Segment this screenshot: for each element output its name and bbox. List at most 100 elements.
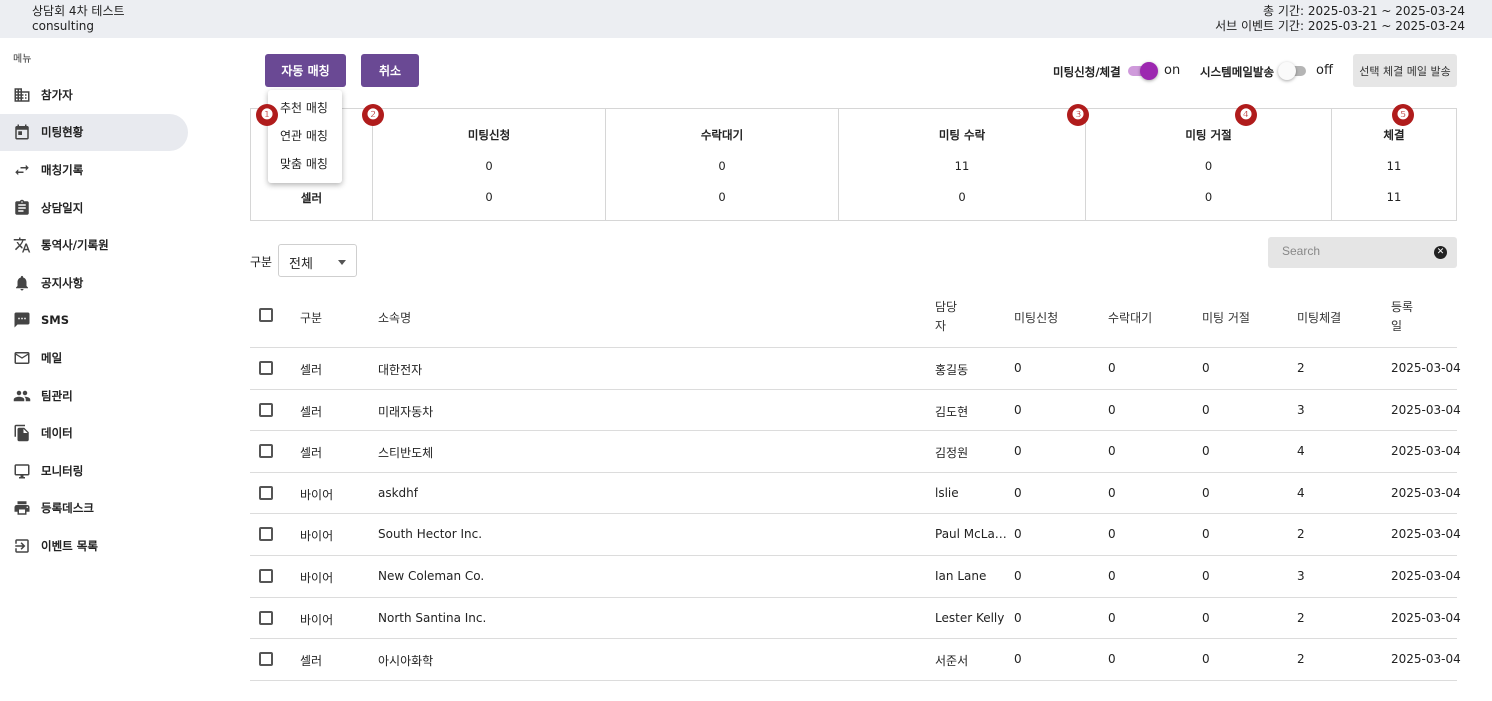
sidebar-item-event-list[interactable]: 이벤트 목록 [0,527,188,565]
row-checkbox[interactable] [259,652,273,667]
send-confirm-mail-button[interactable]: 선택 체결 메일 발송 [1353,54,1457,87]
row-checkbox[interactable] [259,361,273,375]
row-requests: 0 [1014,402,1022,417]
row-pending: 0 [1108,485,1116,500]
column-header-requests[interactable]: 미팅신청 [1014,309,1058,326]
summary-row-label: 셀러 [300,191,323,205]
category-select[interactable]: 전체 [278,244,357,277]
row-checkbox[interactable] [259,569,273,583]
sidebar-item-team[interactable]: 팀관리 [0,377,188,415]
sidebar-item-data[interactable]: 데이터 [0,414,188,452]
row-requests: 0 [1014,361,1022,375]
auto-match-button[interactable]: 자동 매칭 [265,54,346,87]
row-company: 대한전자 [378,363,423,377]
sidebar-item-label: 등록데스크 [41,501,94,516]
table-row[interactable]: 바이어 New Coleman Co. Ian Lane 0 0 0 3 2025-03-04 [250,556,1461,598]
calendar-icon [13,123,31,141]
row-registered-date: 2025-03-04 [1391,652,1461,667]
mail-icon [13,349,31,367]
row-pending: 0 [1108,610,1116,625]
table-row[interactable]: 셀러 아시아화학 서준서 0 0 0 2 2025-03-04 [250,639,1461,681]
dropdown-item-related[interactable]: 연관 매칭 [268,122,342,150]
row-type: 셀러 [300,654,323,669]
meeting-summary-table: 셀러 미팅신청 0 0 수락대기 0 0 미팅 수락 11 0 미팅 거절 0 … [250,108,1457,221]
table-row[interactable]: 바이어 South Hector Inc. Paul McLa… 0 0 0 2 2025-0… [250,514,1461,556]
summary-column-concluded: 체결 11 11 [1331,109,1456,220]
sidebar-item-matching-history[interactable]: 매칭기록 [0,151,188,189]
login-icon [13,537,31,555]
row-type: 바이어 [300,571,334,585]
cancel-button[interactable]: 취소 [361,54,419,87]
row-checkbox[interactable] [259,444,273,459]
table-row[interactable]: 셀러 미래자동차 김도현 0 0 0 3 2025-03-04 [250,390,1461,432]
row-requests: 0 [1014,485,1022,500]
sidebar-item-interpreters[interactable]: 통역사/기록원 [0,226,188,264]
row-pending: 0 [1108,569,1116,583]
row-checkbox[interactable] [259,527,273,542]
table-row[interactable]: 바이어 North Santina Inc. Lester Kelly 0 0 0 2 202… [250,598,1461,640]
row-registered-date: 2025-03-04 [1391,569,1461,583]
row-checkbox[interactable] [259,485,273,500]
dropdown-item-custom[interactable]: 맞춤 매칭 [268,150,342,178]
row-company: 미래자동차 [378,404,434,419]
column-header-concluded[interactable]: 미팅체결 [1297,309,1341,326]
sidebar-item-label: SMS [41,313,70,328]
summary-value: 0 [485,159,493,173]
select-all-checkbox[interactable] [259,308,273,322]
row-registered-date: 2025-03-04 [1391,485,1461,500]
column-header-rejected[interactable]: 미팅 거절 [1202,309,1250,326]
dropdown-item-recommended[interactable]: 추천 매칭 [268,94,342,122]
meeting-toggle[interactable] [1128,62,1158,80]
summary-value: 11 [1386,159,1402,173]
sidebar-item-label: 이벤트 목록 [41,538,98,553]
row-company: 아시아화학 [378,654,434,669]
column-header-manager[interactable]: 담당 자 [935,298,957,336]
summary-header: 수락대기 [700,128,744,142]
filter-label: 구분 [250,255,273,269]
column-header-registered[interactable]: 등록 일 [1391,298,1413,336]
annotation-badge-4: ❹ [1235,104,1257,126]
row-manager: 서준서 [935,654,969,669]
column-header-type[interactable]: 구분 [300,309,322,326]
row-type: 바이어 [300,487,334,502]
clipboard-icon [13,199,31,217]
sidebar-item-label: 참가자 [41,87,73,102]
clear-search-icon[interactable]: ✕ [1434,246,1447,259]
row-manager: 홍길동 [935,363,969,377]
row-type: 셀러 [300,446,323,461]
sidebar-item-mail[interactable]: 메일 [0,339,188,377]
sidebar-item-participants[interactable]: 참가자 [0,76,188,114]
sidebar-item-label: 팀관리 [41,388,73,403]
row-checkbox[interactable] [259,610,273,625]
search-input[interactable] [1282,244,1432,258]
sidebar-item-meeting-status[interactable]: 미팅현황 [0,113,188,152]
summary-value: 11 [1386,190,1402,204]
sidebar-item-registration-desk[interactable]: 등록데스크 [0,490,188,528]
column-header-pending[interactable]: 수락대기 [1108,309,1152,326]
sidebar-item-consult-log[interactable]: 상담일지 [0,189,188,227]
table-row[interactable]: 셀러 스티반도체 김정원 0 0 0 4 2025-03-04 [250,431,1461,473]
sidebar-item-notices[interactable]: 공지사항 [0,264,188,302]
row-rejected: 0 [1202,485,1210,500]
sidebar-item-sms[interactable]: SMS [0,302,188,340]
row-concluded: 2 [1297,361,1305,375]
summary-column-rejected: 미팅 거절 0 0 [1085,109,1331,220]
row-requests: 0 [1014,610,1022,625]
table-row[interactable]: 바이어 askdhf lslie 0 0 0 4 2025-03-04 [250,473,1461,515]
row-concluded: 4 [1297,485,1305,500]
summary-value: 0 [1204,159,1213,173]
sidebar-item-monitoring[interactable]: 모니터링 [0,452,188,490]
row-pending: 0 [1108,527,1116,542]
row-requests: 0 [1014,444,1022,459]
mail-toggle[interactable] [1278,62,1308,80]
row-concluded: 4 [1297,444,1305,459]
column-header-company[interactable]: 소속명 [378,309,411,326]
row-concluded: 2 [1297,652,1305,667]
row-checkbox[interactable] [259,402,273,417]
row-pending: 0 [1108,444,1116,459]
meeting-toggle-label: 미팅신청/체결 [1053,65,1121,79]
summary-value: 11 [954,159,970,173]
summary-value: 0 [718,159,726,173]
table-row[interactable]: 셀러 대한전자 홍길동 0 0 0 2 2025-03-04 [250,348,1461,390]
caret-down-icon [338,260,346,265]
